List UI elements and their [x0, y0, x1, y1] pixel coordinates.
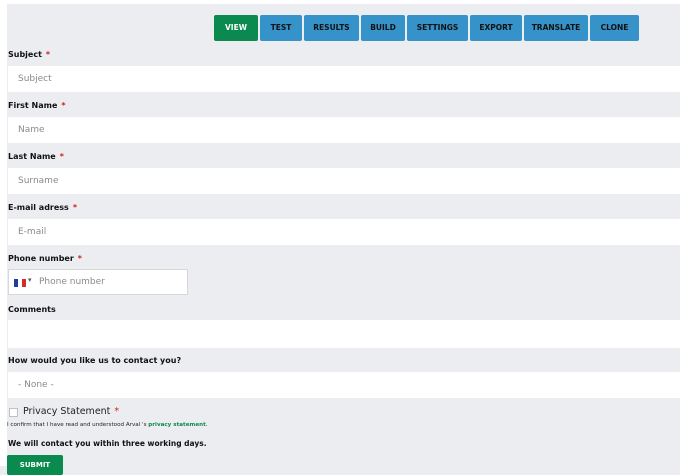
page-left-edge [0, 0, 7, 466]
phone-placeholder: Phone number [39, 277, 105, 287]
first-name-label: First Name * [8, 101, 66, 110]
tab-export[interactable]: EXPORT [470, 15, 522, 41]
required-marker: * [77, 254, 82, 263]
tab-results[interactable]: RESULTS [304, 15, 359, 41]
privacy-title-text: Privacy Statement [23, 406, 111, 417]
phone-label-text: Phone number [8, 254, 74, 263]
tab-view[interactable]: VIEW [214, 15, 258, 41]
subject-label-text: Subject [8, 50, 42, 59]
contact-pref-select[interactable]: - None - [8, 372, 680, 398]
phone-field[interactable]: ▾ Phone number [8, 269, 188, 295]
comments-field[interactable] [8, 320, 680, 348]
last-name-label: Last Name * [8, 152, 64, 161]
privacy-checkbox[interactable] [9, 408, 18, 417]
chevron-down-icon[interactable]: ▾ [28, 276, 32, 284]
confirm-suffix: . [205, 422, 208, 428]
last-name-field[interactable]: Surname [8, 168, 680, 194]
required-marker: * [61, 101, 66, 110]
contact-pref-label-text: How would you like us to contact you? [8, 356, 182, 365]
privacy-statement-link[interactable]: privacy statement [148, 422, 206, 428]
first-name-placeholder: Name [18, 125, 45, 135]
tab-settings[interactable]: SETTINGS [407, 15, 468, 41]
page-top-edge [0, 0, 680, 4]
email-placeholder: E-mail [18, 227, 47, 237]
required-marker: * [45, 50, 51, 59]
last-name-label-text: Last Name [8, 152, 56, 161]
tab-clone[interactable]: CLONE [590, 15, 639, 41]
email-field[interactable]: E-mail [8, 219, 680, 245]
privacy-title: Privacy Statement * [23, 406, 119, 417]
france-flag-icon[interactable] [14, 279, 26, 287]
submit-button[interactable]: SUBMIT [7, 455, 63, 475]
required-marker: * [59, 152, 64, 161]
contact-note: We will contact you within three working… [8, 439, 207, 448]
last-name-placeholder: Surname [18, 176, 59, 186]
contact-pref-selected: - None - [18, 380, 54, 390]
contact-pref-label: How would you like us to contact you? [8, 356, 181, 365]
tab-translate[interactable]: TRANSLATE [524, 15, 588, 41]
tab-bar: VIEW TEST RESULTS BUILD SETTINGS EXPORT … [214, 15, 639, 41]
phone-label: Phone number * [8, 254, 82, 263]
comments-label: Comments [8, 305, 56, 314]
tab-test[interactable]: TEST [260, 15, 302, 41]
required-marker: * [114, 406, 120, 417]
required-marker: * [72, 203, 77, 212]
email-label: E-mail adress * [8, 203, 77, 212]
subject-label: Subject * [8, 50, 50, 59]
email-label-text: E-mail adress [8, 203, 69, 212]
comments-label-text: Comments [8, 305, 56, 314]
subject-field[interactable]: Subject [8, 66, 680, 92]
confirm-prefix: I confirm that I have read and understoo… [7, 422, 147, 428]
privacy-confirm-text: I confirm that I have read and understoo… [7, 422, 208, 428]
first-name-label-text: First Name [8, 101, 58, 110]
subject-placeholder: Subject [18, 74, 52, 84]
tab-build[interactable]: BUILD [361, 15, 405, 41]
first-name-field[interactable]: Name [8, 117, 680, 143]
